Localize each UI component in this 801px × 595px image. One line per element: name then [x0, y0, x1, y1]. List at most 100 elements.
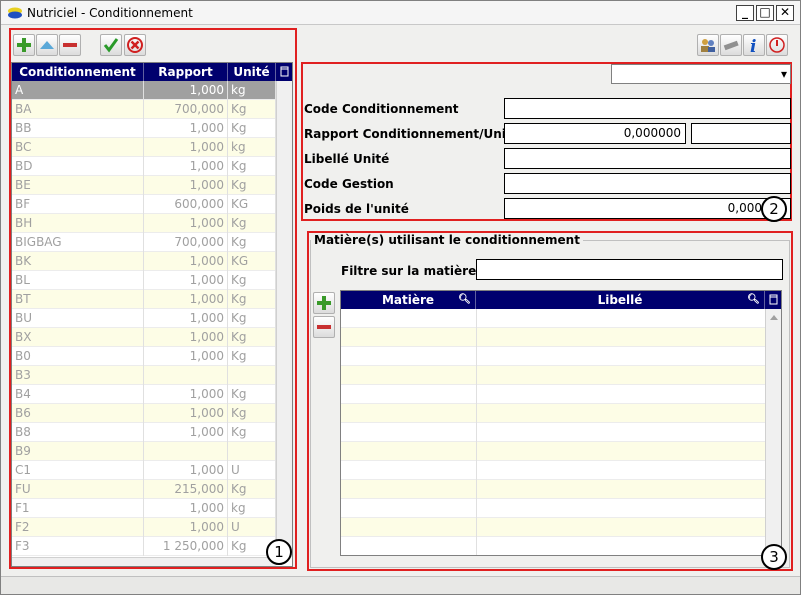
selector-dropdown[interactable]: ▾: [611, 64, 791, 84]
add-button[interactable]: [13, 34, 35, 56]
col-header-matiere[interactable]: Matière 🔍︎: [341, 291, 476, 309]
rapport-input[interactable]: 0,000000: [504, 123, 686, 144]
table-row[interactable]: [341, 385, 765, 404]
table-row[interactable]: [341, 537, 765, 555]
people-button[interactable]: [697, 34, 719, 56]
cell-unite: Kg: [228, 290, 276, 309]
table-row[interactable]: BB 1,000 Kg: [12, 119, 276, 138]
code-conditionnement-input[interactable]: [504, 98, 791, 119]
col-header-libelle[interactable]: Libellé 🔍︎: [476, 291, 765, 309]
cell-conditionnement: BD: [12, 157, 144, 176]
column-chooser-icon[interactable]: [276, 63, 292, 81]
remove-matiere-button[interactable]: [313, 316, 335, 338]
table-row[interactable]: FU 215,000 Kg: [12, 480, 276, 499]
col-header-matiere-label: Matière: [381, 293, 435, 307]
table-row[interactable]: B8 1,000 Kg: [12, 423, 276, 442]
exit-button[interactable]: [766, 34, 788, 56]
table-row[interactable]: BF 600,000 KG: [12, 195, 276, 214]
vertical-scrollbar[interactable]: [276, 81, 292, 557]
table-row[interactable]: F1 1,000 kg: [12, 499, 276, 518]
table-row[interactable]: [341, 423, 765, 442]
table-row[interactable]: B0 1,000 Kg: [12, 347, 276, 366]
search-icon[interactable]: 🔍︎: [747, 291, 760, 309]
table-row[interactable]: BA 700,000 Kg: [12, 100, 276, 119]
table-row[interactable]: BX 1,000 Kg: [12, 328, 276, 347]
scroll-up-icon[interactable]: [769, 313, 779, 321]
close-button[interactable]: ✕: [776, 5, 794, 21]
table-row[interactable]: [341, 404, 765, 423]
cell-rapport: 1,000: [144, 81, 228, 100]
tools-button[interactable]: [720, 34, 742, 56]
table-row[interactable]: BK 1,000 KG: [12, 252, 276, 271]
table-row[interactable]: F2 1,000 U: [12, 518, 276, 537]
cell-conditionnement: BF: [12, 195, 144, 214]
column-divider: [476, 328, 477, 347]
tools-icon: [723, 40, 739, 51]
cell-unite: Kg: [228, 100, 276, 119]
rapport-unit-input[interactable]: [691, 123, 791, 144]
cell-rapport: 1,000: [144, 290, 228, 309]
cell-rapport: 700,000: [144, 100, 228, 119]
plus-icon: [317, 296, 331, 310]
column-divider: [476, 499, 477, 518]
libelle-unite-input[interactable]: [504, 148, 791, 169]
table-row[interactable]: C1 1,000 U: [12, 461, 276, 480]
cell-unite: Kg: [228, 328, 276, 347]
remove-button[interactable]: [59, 34, 81, 56]
poids-input[interactable]: 0,000: [504, 198, 791, 219]
badge-2: 2: [761, 196, 787, 222]
cell-unite: Kg: [228, 271, 276, 290]
table-row[interactable]: B3: [12, 366, 276, 385]
maximize-button[interactable]: □: [756, 5, 774, 21]
table-row[interactable]: [341, 366, 765, 385]
column-chooser-icon[interactable]: [765, 291, 781, 309]
table-row[interactable]: [341, 480, 765, 499]
table-row[interactable]: B6 1,000 Kg: [12, 404, 276, 423]
badge-3: 3: [761, 544, 787, 570]
table-row[interactable]: [341, 518, 765, 537]
table-row[interactable]: [341, 499, 765, 518]
cancel-button[interactable]: [124, 34, 146, 56]
col-header-unite[interactable]: Unité: [228, 63, 276, 81]
matieres-vertical-scrollbar[interactable]: [765, 309, 781, 555]
horizontal-scrollbar[interactable]: [12, 557, 276, 566]
code-conditionnement-label: Code Conditionnement: [304, 102, 459, 116]
cell-rapport: 1 250,000: [144, 537, 228, 556]
cell-conditionnement: C1: [12, 461, 144, 480]
minimize-button[interactable]: _: [736, 5, 754, 21]
cell-conditionnement: BA: [12, 100, 144, 119]
table-row[interactable]: BD 1,000 Kg: [12, 157, 276, 176]
validate-button[interactable]: [100, 34, 122, 56]
add-matiere-button[interactable]: [313, 292, 335, 314]
table-row[interactable]: [341, 461, 765, 480]
table-row[interactable]: A 1,000 kg: [12, 81, 276, 100]
table-row[interactable]: BIGBAG 700,000 Kg: [12, 233, 276, 252]
table-row[interactable]: [341, 328, 765, 347]
cell-unite: KG: [228, 252, 276, 271]
table-row[interactable]: BE 1,000 Kg: [12, 176, 276, 195]
table-row[interactable]: [341, 347, 765, 366]
search-icon[interactable]: 🔍︎: [458, 291, 471, 309]
cell-rapport: 1,000: [144, 385, 228, 404]
move-up-button[interactable]: [36, 34, 58, 56]
cell-rapport: 1,000: [144, 518, 228, 537]
table-row[interactable]: BC 1,000 kg: [12, 138, 276, 157]
table-row[interactable]: BT 1,000 Kg: [12, 290, 276, 309]
table-row[interactable]: F3 1 250,000 Kg: [12, 537, 276, 556]
table-row[interactable]: B4 1,000 Kg: [12, 385, 276, 404]
column-divider: [476, 518, 477, 537]
filter-input[interactable]: [476, 259, 783, 280]
table-row[interactable]: B9: [12, 442, 276, 461]
table-row[interactable]: BL 1,000 Kg: [12, 271, 276, 290]
table-row[interactable]: BU 1,000 Kg: [12, 309, 276, 328]
table-row[interactable]: BH 1,000 Kg: [12, 214, 276, 233]
col-header-rapport[interactable]: Rapport: [144, 63, 228, 81]
code-gestion-input[interactable]: [504, 173, 791, 194]
info-button[interactable]: i: [743, 34, 765, 57]
col-header-conditionnement[interactable]: Conditionnement: [12, 63, 144, 81]
table-row[interactable]: [341, 309, 765, 328]
matieres-grid-header: Matière 🔍︎ Libellé 🔍︎: [341, 291, 765, 309]
cell-unite: kg: [228, 81, 276, 100]
table-row[interactable]: [341, 442, 765, 461]
grid-header: Conditionnement Rapport Unité: [12, 63, 276, 81]
